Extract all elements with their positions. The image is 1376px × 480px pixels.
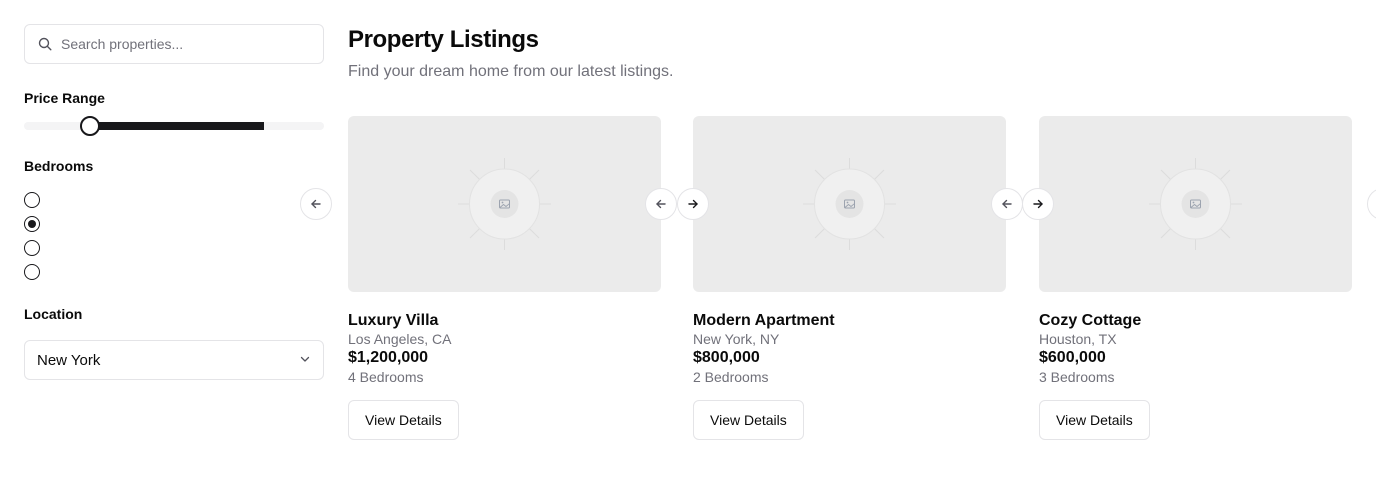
arrow-left-icon [1002, 199, 1012, 209]
arrow-left-icon [311, 199, 321, 209]
listing-card: Luxury Villa Los Angeles, CA $1,200,000 … [348, 116, 661, 440]
search-icon [37, 36, 53, 52]
listing-bedrooms: 2 Bedrooms [693, 369, 769, 385]
bedrooms-label: Bedrooms [24, 158, 94, 174]
filters-sidebar: Price Range Bedrooms Location New York [24, 24, 324, 380]
price-range-label: Price Range [24, 90, 105, 106]
location-select[interactable]: New York [24, 340, 324, 380]
arrow-right-icon [688, 199, 698, 209]
view-details-button[interactable]: View Details [348, 400, 459, 440]
carousel-next-button[interactable] [1367, 188, 1376, 220]
page-title: Property Listings [348, 26, 539, 53]
listing-title: Luxury Villa [348, 312, 439, 329]
search-input[interactable] [61, 36, 301, 52]
listing-bedrooms: 4 Bedrooms [348, 369, 424, 385]
listing-card: Cozy Cottage Houston, TX $600,000 3 Bedr… [1039, 116, 1352, 440]
location-select-value: New York [37, 351, 101, 369]
listing-image [1039, 116, 1352, 292]
listing-image [693, 116, 1006, 292]
bedroom-radio-1[interactable] [24, 192, 40, 208]
price-range-fill [90, 122, 264, 130]
bedroom-radio-4[interactable] [24, 264, 40, 280]
view-details-button[interactable]: View Details [693, 400, 804, 440]
carousel-next-button[interactable] [1022, 188, 1054, 220]
page-subtitle: Find your dream home from our latest lis… [348, 63, 674, 80]
listing-location: New York, NY [693, 331, 780, 347]
bedroom-radio-3[interactable] [24, 240, 40, 256]
listing-price: $800,000 [693, 349, 760, 366]
listing-card: Modern Apartment New York, NY $800,000 2… [693, 116, 1006, 440]
bedrooms-radio-group [24, 192, 40, 288]
location-label: Location [24, 306, 83, 322]
carousel-next-button[interactable] [677, 188, 709, 220]
price-range-slider[interactable] [24, 116, 324, 136]
image-placeholder-icon [1149, 158, 1242, 250]
listing-location: Los Angeles, CA [348, 331, 452, 347]
search-box[interactable] [24, 24, 324, 64]
view-details-button[interactable]: View Details [1039, 400, 1150, 440]
listing-bedrooms: 3 Bedrooms [1039, 369, 1115, 385]
bedroom-radio-2[interactable] [24, 216, 40, 232]
radio-selected-dot [28, 220, 36, 228]
listing-location: Houston, TX [1039, 331, 1117, 347]
carousel-previous-button[interactable] [300, 188, 332, 220]
carousel-previous-button[interactable] [645, 188, 677, 220]
carousel-previous-button[interactable] [991, 188, 1023, 220]
image-placeholder-icon [458, 158, 551, 250]
listing-price: $600,000 [1039, 349, 1106, 366]
arrow-right-icon [1033, 199, 1043, 209]
listing-title: Cozy Cottage [1039, 312, 1142, 329]
arrow-left-icon [656, 199, 666, 209]
price-range-thumb[interactable] [80, 116, 100, 136]
image-placeholder-icon [803, 158, 896, 250]
listing-title: Modern Apartment [693, 312, 835, 329]
listing-image [348, 116, 661, 292]
chevron-down-icon [299, 352, 311, 369]
listing-price: $1,200,000 [348, 349, 429, 366]
